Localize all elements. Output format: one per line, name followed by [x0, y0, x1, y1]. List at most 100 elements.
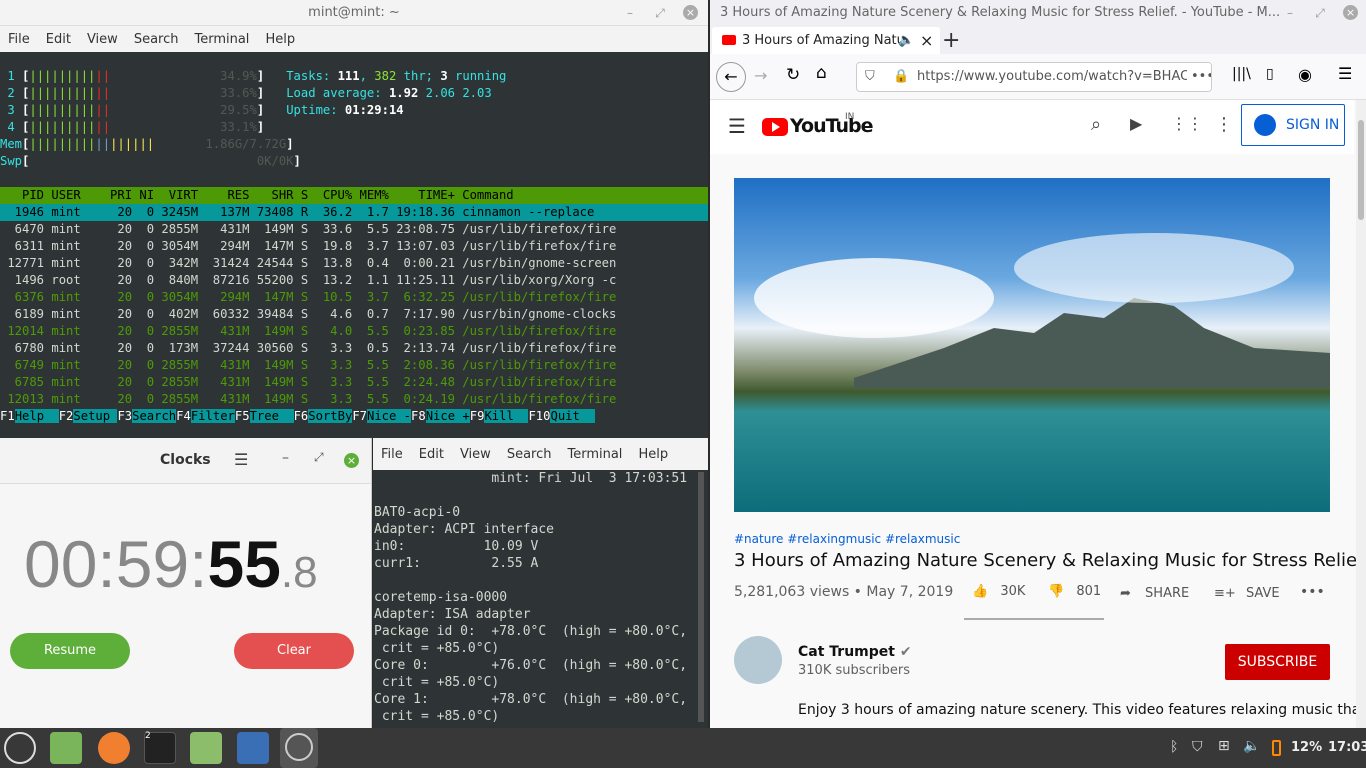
menu-item-terminal[interactable]: Terminal	[186, 32, 257, 47]
hamburger-menu-icon[interactable]: ☰	[234, 450, 248, 469]
process-row[interactable]: 6376 mint 20 0 3054M 294M 147M S 10.5 3.…	[0, 289, 708, 306]
fkey-label-tree[interactable]: Tree	[249, 409, 294, 423]
fkey-label-nice[interactable]: Nice +	[425, 409, 470, 423]
fkey-label-nice[interactable]: Nice -	[367, 409, 412, 423]
menu-logo-icon[interactable]	[4, 732, 36, 764]
create-video-icon[interactable]: ▶	[1130, 114, 1142, 133]
network-icon[interactable]: ⊞	[1218, 738, 1230, 754]
process-row[interactable]: 12013 mint 20 0 2855M 431M 149M S 3.3 5.…	[0, 391, 708, 408]
menu-item-help[interactable]: Help	[257, 32, 303, 47]
close-icon[interactable]: ×	[344, 453, 359, 468]
sensors-terminal[interactable]: mint: Fri Jul 3 17:03:51 2020 BAT0-acpi-…	[374, 470, 694, 728]
minimize-icon[interactable]: –	[1278, 0, 1302, 26]
process-row[interactable]: 6470 mint 20 0 2855M 431M 149M S 33.6 5.…	[0, 221, 708, 238]
process-row[interactable]: 6311 mint 20 0 3054M 294M 147M S 19.8 3.…	[0, 238, 708, 255]
volume-icon[interactable]: 🔈	[1243, 738, 1260, 754]
like-button[interactable]: 👍 30K	[972, 584, 1025, 599]
resume-button[interactable]: Resume	[10, 633, 130, 669]
menu-item-view[interactable]: View	[79, 32, 126, 47]
video-player[interactable]	[734, 178, 1330, 512]
fkey-label-filter[interactable]: Filter	[190, 409, 235, 423]
share-icon: ➦	[1120, 586, 1131, 601]
menu-item-search[interactable]: Search	[126, 32, 187, 47]
new-tab-icon[interactable]: +	[942, 28, 960, 53]
url-bar[interactable]: ⛉ 🔒 https://www.youtube.com/watch?v=BHAC…	[856, 62, 1212, 92]
library-icon[interactable]: |||\	[1232, 66, 1251, 82]
tab-close-icon[interactable]: ×	[920, 27, 933, 54]
menu-item-search[interactable]: Search	[499, 447, 560, 462]
more-options-icon[interactable]: ⋮	[1215, 114, 1233, 135]
mem-label: Mem	[0, 137, 23, 151]
process-row[interactable]: 6189 mint 20 0 402M 60332 39484 S 4.6 0.…	[0, 306, 708, 323]
guide-menu-icon[interactable]: ☰	[728, 114, 746, 138]
apps-grid-icon[interactable]: ⋮⋮	[1171, 114, 1203, 133]
fkey-label-kill[interactable]: Kill	[484, 409, 529, 423]
youtube-logo-icon[interactable]	[762, 118, 788, 136]
terminal-icon[interactable]: 2	[144, 731, 176, 764]
folder-icon[interactable]	[190, 732, 222, 764]
fkey-label-sortby[interactable]: SortBy	[308, 409, 353, 423]
process-row[interactable]: 12014 mint 20 0 2855M 431M 149M S 4.0 5.…	[0, 323, 708, 340]
menu-item-edit[interactable]: Edit	[411, 447, 452, 462]
channel-avatar[interactable]	[734, 636, 782, 684]
menu-item-file[interactable]: File	[0, 32, 38, 47]
close-icon[interactable]: ×	[1343, 5, 1358, 20]
tab-youtube[interactable]: 3 Hours of Amazing Natu 🔈 ×	[712, 27, 940, 54]
page-scrollbar[interactable]	[1356, 100, 1366, 728]
update-shield-icon[interactable]: ⛉	[1192, 739, 1203, 755]
bluetooth-icon[interactable]: ᛒ	[1170, 739, 1178, 755]
maximize-icon[interactable]: ⤢	[648, 0, 672, 26]
save-button[interactable]: ≡+ SAVE	[1214, 586, 1280, 601]
process-row[interactable]: 6749 mint 20 0 2855M 431M 149M S 3.3 5.5…	[0, 357, 708, 374]
fkey-label-help[interactable]: Help	[14, 409, 59, 423]
shield-icon[interactable]: ⛉	[865, 63, 875, 91]
search-icon[interactable]: ⌕	[1091, 114, 1101, 135]
minimize-icon[interactable]: –	[618, 0, 642, 26]
menu-item-terminal[interactable]: Terminal	[559, 447, 630, 462]
youtube-wordmark[interactable]: YouTube	[790, 115, 873, 137]
reload-icon[interactable]: ↻	[786, 65, 800, 85]
menu-item-file[interactable]: File	[373, 447, 411, 462]
menu-item-edit[interactable]: Edit	[38, 32, 79, 47]
sign-in-button[interactable]: SIGN IN	[1241, 104, 1345, 146]
menu-icon[interactable]: ☰	[1338, 64, 1352, 83]
process-row[interactable]: 12771 mint 20 0 342M 31424 24544 S 13.8 …	[0, 255, 708, 272]
screenshot-icon[interactable]	[237, 732, 269, 764]
fkey-label-quit[interactable]: Quit	[550, 409, 595, 423]
fkey-label-setup[interactable]: Setup	[73, 409, 118, 423]
clock-time[interactable]: 17:03	[1328, 740, 1366, 755]
process-row[interactable]: 1496 root 20 0 840M 87216 55200 S 13.2 1…	[0, 272, 708, 289]
forward-icon[interactable]: →	[754, 66, 767, 85]
fkey-label-search[interactable]: Search	[132, 409, 177, 423]
maximize-icon[interactable]: ⤢	[1308, 0, 1332, 26]
hashtags[interactable]: #nature #relaxingmusic #relaxmusic	[734, 532, 960, 546]
clear-button[interactable]: Clear	[234, 633, 354, 669]
maximize-icon[interactable]: ⤢	[314, 450, 324, 465]
account-icon[interactable]: ◉	[1298, 65, 1312, 84]
battery-icon[interactable]	[1272, 740, 1281, 756]
audio-icon[interactable]: 🔈	[898, 27, 914, 54]
close-icon[interactable]: ×	[683, 5, 698, 20]
window-count-badge: 2	[145, 731, 151, 741]
share-button[interactable]: ➦ SHARE	[1120, 586, 1189, 601]
dislike-button[interactable]: 👎 801	[1048, 584, 1101, 599]
sidebar-icon[interactable]: ▯	[1266, 66, 1274, 82]
home-icon[interactable]: ⌂	[816, 63, 827, 83]
htop-terminal[interactable]: 1 [||||||||||| 34.9%] Tasks: 111, 382 th…	[0, 52, 708, 438]
firefox-icon[interactable]	[98, 732, 130, 764]
subscribe-button[interactable]: SUBSCRIBE	[1225, 644, 1330, 680]
process-row[interactable]: 1946 mint 20 0 3245M 137M 73408 R 36.2 1…	[0, 204, 708, 221]
scrollbar[interactable]	[698, 472, 704, 722]
file-manager-icon[interactable]	[50, 732, 82, 764]
page-actions-icon[interactable]: •••	[1187, 63, 1211, 91]
menu-item-view[interactable]: View	[452, 447, 499, 462]
process-row[interactable]: 6785 mint 20 0 2855M 431M 149M S 3.3 5.5…	[0, 374, 708, 391]
clocks-taskbar-icon[interactable]	[280, 728, 318, 768]
back-icon[interactable]: ←	[716, 62, 746, 92]
channel-name[interactable]: Cat Trumpet ✔	[798, 644, 912, 660]
menu-item-help[interactable]: Help	[630, 447, 676, 462]
sensors-menubar: File Edit View Search Terminal Help	[373, 438, 708, 470]
process-row[interactable]: 6780 mint 20 0 173M 37244 30560 S 3.3 0.…	[0, 340, 708, 357]
minimize-icon[interactable]: –	[282, 450, 289, 466]
more-actions-icon[interactable]: •••	[1300, 584, 1325, 600]
